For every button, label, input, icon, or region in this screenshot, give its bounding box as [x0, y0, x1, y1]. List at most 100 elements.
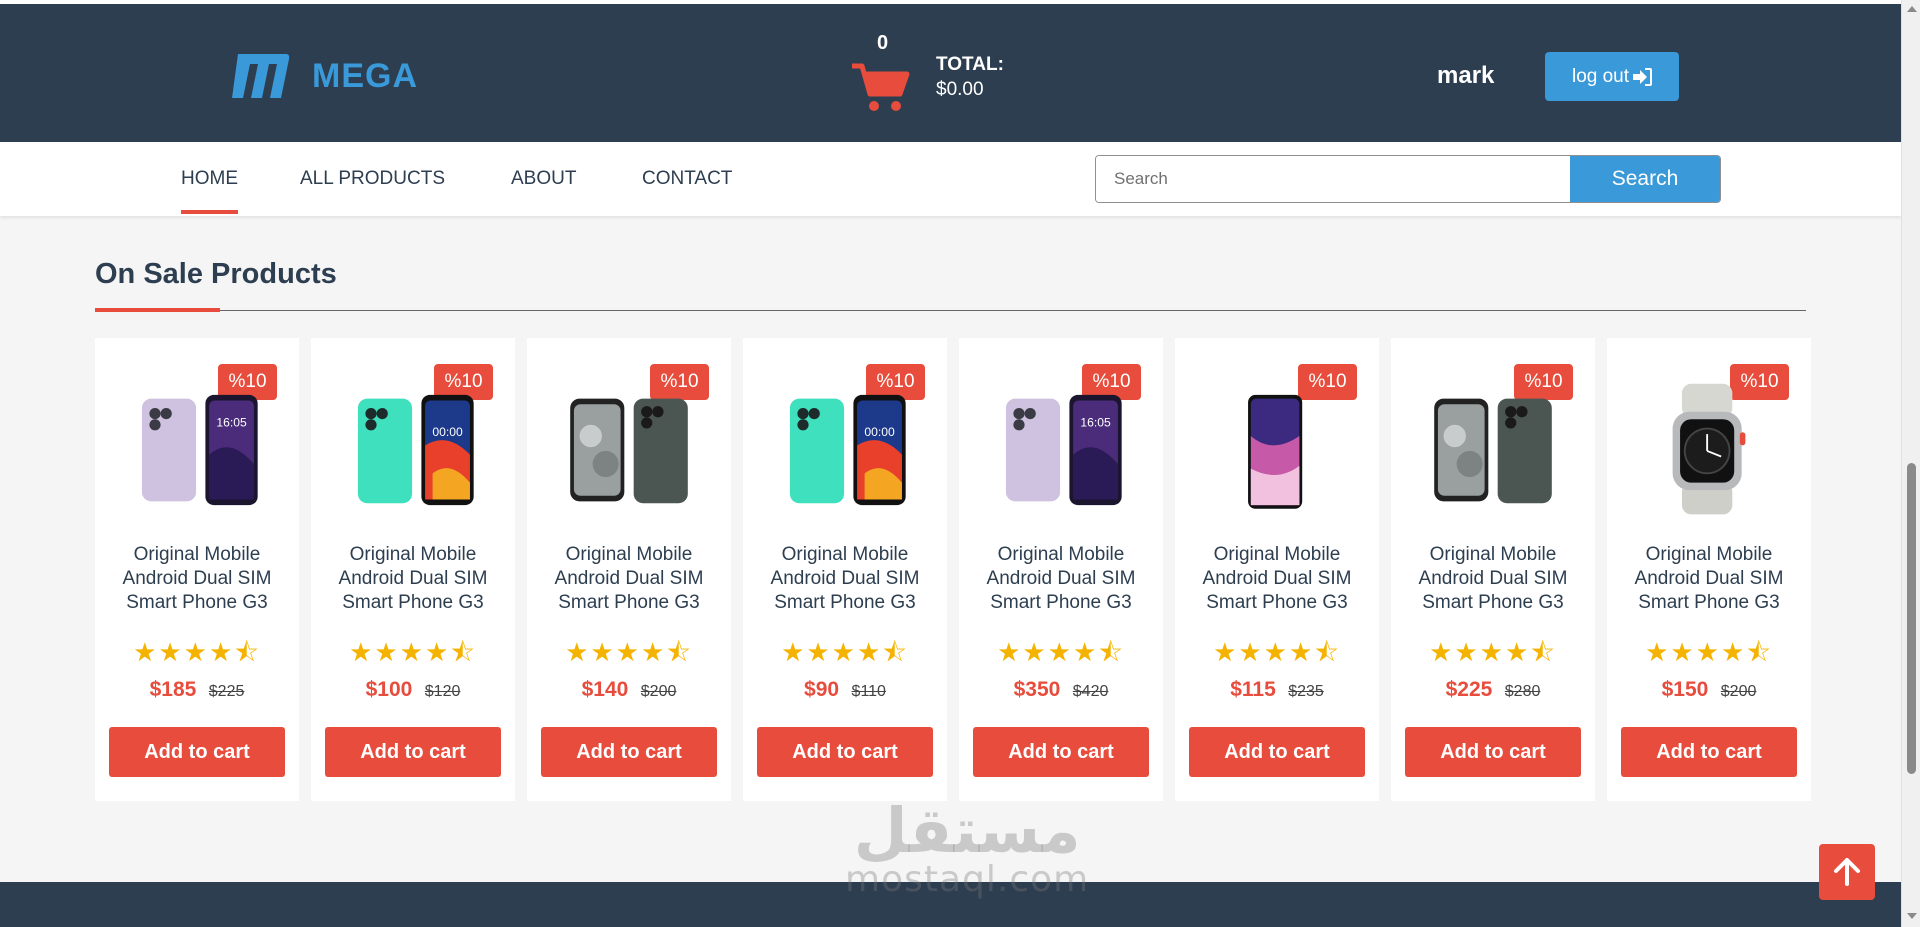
scroll-up-arrow-icon[interactable] — [1907, 6, 1917, 12]
svg-text:00:00: 00:00 — [432, 425, 463, 439]
product-name[interactable]: Original Mobile Android Dual SIM Smart P… — [751, 543, 939, 615]
logo-m-icon — [232, 54, 290, 98]
sale-price: $225 — [1445, 678, 1493, 701]
logout-button[interactable]: log out — [1545, 52, 1679, 101]
search-form: Search — [1095, 155, 1721, 203]
scroll-to-top-button[interactable] — [1819, 844, 1875, 900]
add-to-cart-button[interactable]: Add to cart — [973, 727, 1149, 777]
product-image[interactable] — [1205, 380, 1349, 520]
logout-label: log out — [1571, 65, 1630, 87]
scroll-down-arrow-icon[interactable] — [1907, 913, 1917, 919]
product-image[interactable] — [557, 380, 701, 520]
add-to-cart-button[interactable]: Add to cart — [1405, 727, 1581, 777]
product-name[interactable]: Original Mobile Android Dual SIM Smart P… — [1615, 543, 1803, 615]
original-price: $225 — [208, 683, 245, 700]
add-to-cart-button[interactable]: Add to cart — [1189, 727, 1365, 777]
original-price: $200 — [1720, 683, 1757, 700]
product-name[interactable]: Original Mobile Android Dual SIM Smart P… — [535, 543, 723, 615]
sale-price: $150 — [1661, 678, 1709, 701]
page-scrollbar[interactable] — [1901, 0, 1920, 927]
star-rating-icon: ★★★★⯪ — [349, 637, 477, 667]
add-to-cart-button[interactable]: Add to cart — [757, 727, 933, 777]
search-input[interactable] — [1096, 156, 1570, 202]
product-name[interactable]: Original Mobile Android Dual SIM Smart P… — [967, 543, 1155, 615]
product-prices: $185 $225 — [95, 678, 299, 702]
product-image[interactable] — [1637, 380, 1781, 520]
product-image[interactable]: 00:00 — [341, 380, 485, 520]
cart-total: TOTAL: $0.00 — [936, 54, 1004, 101]
main-nav: HOME ALL PRODUCTS ABOUT CONTACT Search — [0, 142, 1901, 216]
product-image[interactable]: 16:05 — [989, 380, 1133, 520]
top-header: MEGA 0 TOTAL: $0.00 mark log out — [0, 0, 1901, 142]
product-image[interactable]: 16:05 — [125, 380, 269, 520]
sign-out-icon — [1633, 67, 1653, 86]
total-label: TOTAL: — [936, 54, 1004, 75]
sale-price: $100 — [365, 678, 413, 701]
star-rating-icon: ★★★★⯪ — [1645, 637, 1773, 667]
sale-price: $185 — [149, 678, 197, 701]
star-rating-icon: ★★★★⯪ — [1213, 637, 1341, 667]
star-rating-icon: ★★★★⯪ — [781, 637, 909, 667]
star-rating-icon: ★★★★⯪ — [565, 637, 693, 667]
product-prices: $225 $280 — [1391, 678, 1595, 702]
star-rating-icon: ★★★★⯪ — [997, 637, 1125, 667]
svg-text:00:00: 00:00 — [864, 425, 895, 439]
product-card[interactable]: %10 Original Mobile Android Dual SIM Sma… — [1175, 338, 1379, 801]
original-price: $420 — [1072, 683, 1109, 700]
star-rating-icon: ★★★★⯪ — [1429, 637, 1557, 667]
product-prices: $90 $110 — [743, 678, 947, 702]
total-amount: $0.00 — [936, 79, 984, 100]
product-prices: $140 $200 — [527, 678, 731, 702]
nav-about[interactable]: ABOUT — [511, 168, 576, 190]
search-button[interactable]: Search — [1570, 156, 1720, 202]
username: mark — [1437, 62, 1495, 89]
product-name[interactable]: Original Mobile Android Dual SIM Smart P… — [319, 543, 507, 615]
cart-count: 0 — [877, 32, 889, 54]
sale-price: $140 — [581, 678, 629, 701]
original-price: $235 — [1288, 683, 1324, 700]
arrow-up-icon — [1834, 858, 1860, 886]
product-name[interactable]: Original Mobile Android Dual SIM Smart P… — [1399, 543, 1587, 615]
product-card[interactable]: %10 Original Mobile Android Dual SIM Sma… — [1607, 338, 1811, 801]
product-card[interactable]: %10 16:05 Original Mobile Android Dual S… — [959, 338, 1163, 801]
product-card[interactable]: %10 16:05 Original Mobile Android Dual S… — [95, 338, 299, 801]
section-title: On Sale Products — [95, 258, 337, 290]
nav-home[interactable]: HOME — [181, 168, 238, 214]
watermark-arabic: مستقل — [853, 794, 1081, 867]
add-to-cart-button[interactable]: Add to cart — [109, 727, 285, 777]
add-to-cart-button[interactable]: Add to cart — [325, 727, 501, 777]
product-image[interactable] — [1421, 380, 1565, 520]
product-card[interactable]: %10 Original Mobile Android Dual SIM Sma… — [1391, 338, 1595, 801]
original-price: $200 — [640, 683, 677, 700]
star-rating-icon: ★★★★⯪ — [133, 637, 261, 667]
product-name[interactable]: Original Mobile Android Dual SIM Smart P… — [103, 543, 291, 615]
product-grid: %10 16:05 Original Mobile Android Dual S… — [95, 338, 1811, 801]
scrollbar-thumb[interactable] — [1907, 463, 1916, 774]
product-prices: $115 $235 — [1175, 678, 1379, 702]
nav-contact[interactable]: CONTACT — [642, 168, 732, 190]
product-name[interactable]: Original Mobile Android Dual SIM Smart P… — [1183, 543, 1371, 615]
product-prices: $100 $120 — [311, 678, 515, 702]
brand-logo[interactable]: MEGA — [228, 52, 418, 100]
product-card[interactable]: %10 00:00 Original Mobile Android Dual S… — [743, 338, 947, 801]
product-card[interactable]: %10 Original Mobile Android Dual SIM Sma… — [527, 338, 731, 801]
shopping-cart-icon[interactable] — [850, 60, 910, 114]
original-price: $280 — [1504, 683, 1541, 700]
product-card[interactable]: %10 00:00 Original Mobile Android Dual S… — [311, 338, 515, 801]
watermark-logo: مستقل mostaql.com — [845, 800, 1089, 898]
original-price: $120 — [424, 683, 461, 700]
product-prices: $150 $200 — [1607, 678, 1811, 702]
nav-all-products[interactable]: ALL PRODUCTS — [300, 168, 445, 190]
original-price: $110 — [851, 683, 886, 700]
watermark-latin: mostaql.com — [845, 859, 1090, 900]
brand-name: MEGA — [312, 56, 418, 95]
sale-price: $115 — [1230, 678, 1276, 701]
sale-price: $90 — [804, 678, 840, 701]
product-image[interactable]: 00:00 — [773, 380, 917, 520]
add-to-cart-button[interactable]: Add to cart — [541, 727, 717, 777]
section-divider-accent — [95, 308, 220, 312]
svg-text:16:05: 16:05 — [216, 416, 247, 430]
sale-price: $350 — [1013, 678, 1061, 701]
svg-text:16:05: 16:05 — [1080, 416, 1111, 430]
add-to-cart-button[interactable]: Add to cart — [1621, 727, 1797, 777]
